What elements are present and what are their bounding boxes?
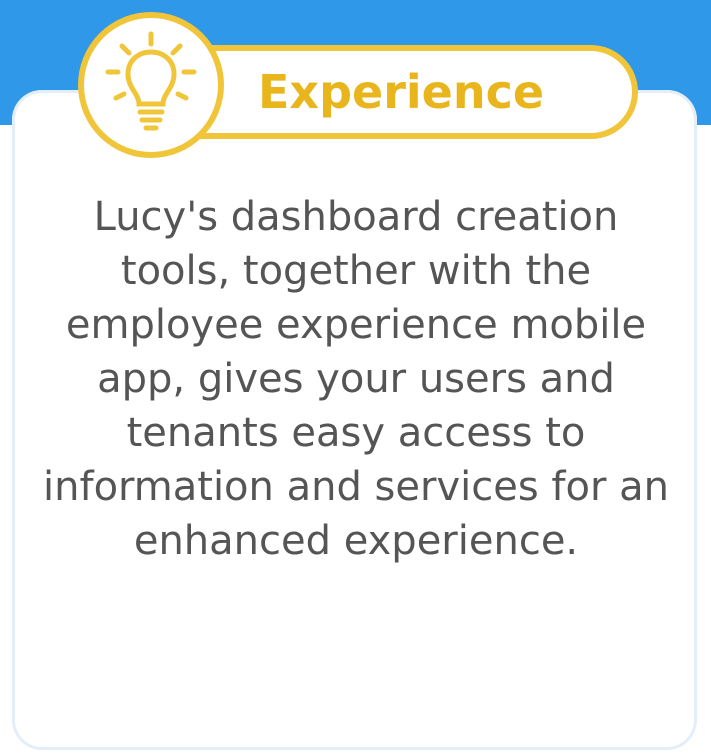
card-title: Experience [258, 65, 545, 119]
card-description: Lucy's dashboard creation tools, togethe… [43, 194, 669, 564]
lightbulb-icon [105, 31, 197, 131]
